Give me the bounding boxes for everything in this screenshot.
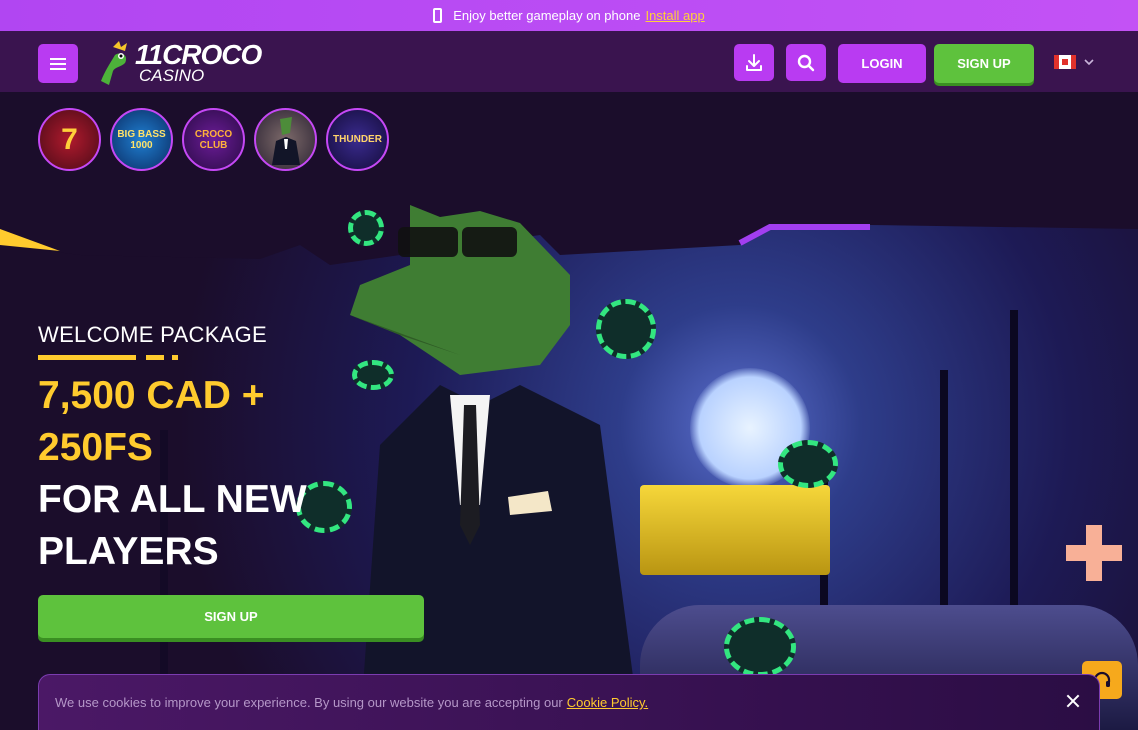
promo-bar: Enjoy better gameplay on phone Install a… <box>0 0 1138 31</box>
neon-cross <box>1066 525 1122 581</box>
cookie-text: We use cookies to improve your experienc… <box>55 695 563 710</box>
casino-chip <box>596 299 656 359</box>
menu-icon-line <box>50 58 66 60</box>
story-bubble[interactable] <box>254 108 317 171</box>
login-button[interactable]: LOGIN <box>838 44 926 83</box>
croco-mascot-icon <box>101 41 127 85</box>
casino-chip <box>352 360 394 390</box>
signup-button-hero[interactable]: SIGN UP <box>38 595 424 638</box>
search-button[interactable] <box>786 44 826 81</box>
signup-button-header[interactable]: SIGN UP <box>934 44 1034 83</box>
croco-avatar-icon <box>271 116 300 165</box>
menu-icon-line <box>50 68 66 70</box>
story-bubble[interactable]: CROCO CLUB <box>182 108 245 171</box>
cookie-policy-link[interactable]: Cookie Policy. <box>567 695 648 710</box>
croco-mascot-image <box>350 205 640 730</box>
menu-icon-line <box>50 63 66 65</box>
install-app-link[interactable]: Install app <box>645 8 704 23</box>
promo-text: Enjoy better gameplay on phone <box>453 8 641 23</box>
stories-row: 7 BIG BASS 1000 CROCO CLUB THUNDER <box>38 108 389 171</box>
story-bubble[interactable]: BIG BASS 1000 <box>110 108 173 171</box>
story-label: THUNDER <box>333 134 382 145</box>
casino-chip <box>348 210 384 246</box>
bonus-amount: 7,500 CAD + 250FS <box>38 374 265 469</box>
language-selector[interactable] <box>1054 55 1094 71</box>
welcome-heading: WELCOME PACKAGE <box>38 322 268 347</box>
story-bubble[interactable]: 7 <box>38 108 101 171</box>
logo-subtext: CASINO <box>139 66 205 85</box>
story-bubble[interactable]: THUNDER <box>326 108 389 171</box>
phone-icon <box>433 8 443 23</box>
search-icon <box>797 54 815 71</box>
gold-bars <box>640 485 830 575</box>
download-button[interactable] <box>734 44 774 81</box>
cookie-banner: We use cookies to improve your experienc… <box>38 674 1100 730</box>
story-label: BIG BASS 1000 <box>117 128 166 151</box>
menu-button[interactable] <box>38 44 78 83</box>
close-icon[interactable] <box>1065 693 1081 709</box>
casino-chip <box>778 440 838 488</box>
bonus-tagline: FOR ALL NEW PLAYERS <box>38 478 307 573</box>
download-icon <box>746 53 762 71</box>
story-label: CROCO CLUB <box>194 128 233 151</box>
chevron-down-icon <box>1084 59 1094 66</box>
logo[interactable]: 11CROCO CASINO <box>95 39 275 87</box>
casino-chip <box>724 617 796 677</box>
story-label: 7 <box>61 122 78 156</box>
flag-canada-icon <box>1054 55 1076 69</box>
heading-underline <box>38 355 178 361</box>
site-header: 11CROCO CASINO LOGIN SIGN UP <box>0 31 1138 92</box>
